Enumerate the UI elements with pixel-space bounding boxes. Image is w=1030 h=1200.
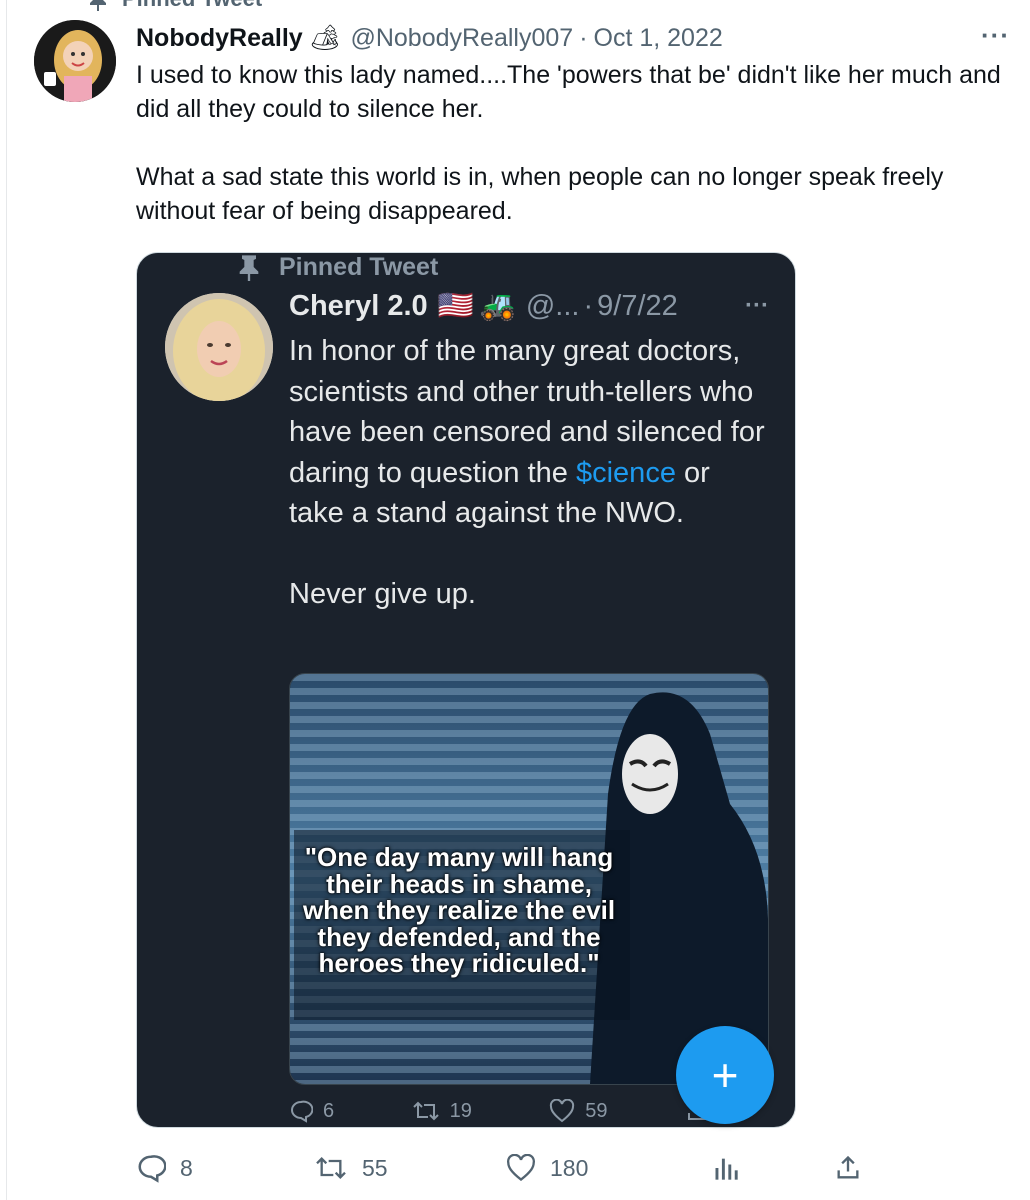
tweet-date[interactable]: Oct 1, 2022 xyxy=(594,24,723,53)
embedded-date: 9/7/22 xyxy=(597,289,678,322)
compose-tweet-button[interactable]: + xyxy=(676,1026,774,1124)
retweet-icon xyxy=(412,1101,439,1121)
retweet-count: 55 xyxy=(362,1154,388,1181)
timeline-border xyxy=(6,0,7,1200)
tweet-paragraph-1: I used to know this lady named....The 'p… xyxy=(136,61,1001,123)
embedded-text: In honor of the many great doctors, scie… xyxy=(289,331,769,655)
heart-icon xyxy=(550,1099,575,1123)
retweet-button[interactable]: 55 xyxy=(314,1154,388,1182)
embedded-image: "One day many will hang their heads in s… xyxy=(289,673,769,1085)
camp-emoji-icon: 🏕 xyxy=(308,23,341,52)
embedded-screenshot[interactable]: Pinned Tweet Cheryl 2.0 🇺🇸 🚜 @... · 9/7/… xyxy=(136,252,796,1128)
embedded-actions: 6 19 59 xyxy=(289,1099,709,1123)
pin-icon xyxy=(239,255,259,281)
author-name[interactable]: NobodyReally xyxy=(136,24,303,53)
separator: · xyxy=(579,23,588,52)
embedded-paragraph-1: In honor of the many great doctors, scie… xyxy=(289,331,769,534)
embedded-like-count: 59 xyxy=(585,1099,608,1122)
pin-icon xyxy=(90,0,106,11)
reply-icon xyxy=(138,1155,166,1183)
tweet-actions: 8 55 180 xyxy=(136,1148,866,1188)
embedded-retweet-count: 19 xyxy=(449,1099,472,1122)
embedded-header: Cheryl 2.0 🇺🇸 🚜 @... · 9/7/22 ··· xyxy=(289,289,769,323)
embedded-more-icon: ··· xyxy=(745,292,769,319)
like-button[interactable]: 180 xyxy=(506,1154,588,1182)
pinned-indicator: Pinned Tweet xyxy=(88,0,262,12)
embedded-pinned-label: Pinned Tweet xyxy=(279,252,439,281)
embedded-reply: 6 xyxy=(289,1099,334,1123)
image-quote: "One day many will hang their heads in s… xyxy=(302,842,616,978)
tweet-paragraph-2: What a sad state this world is in, when … xyxy=(136,163,944,225)
embedded-paragraph-2: Never give up. xyxy=(289,577,476,610)
embedded-handle: @... xyxy=(525,289,580,322)
analytics-icon xyxy=(715,1158,738,1180)
embedded-pinned-indicator: Pinned Tweet xyxy=(237,253,438,281)
tractor-icon: 🚜 xyxy=(479,290,516,322)
embedded-author-name: Cheryl 2.0 xyxy=(289,289,428,322)
embedded-retweet: 19 xyxy=(412,1099,472,1123)
share-button[interactable] xyxy=(834,1154,862,1182)
reply-button[interactable]: 8 xyxy=(136,1153,193,1183)
retweet-icon xyxy=(316,1157,346,1179)
pinned-label: Pinned Tweet xyxy=(122,0,262,12)
tweet-header: NobodyReally 🏕 @NobodyReally007 · Oct 1,… xyxy=(136,20,1010,56)
reply-icon xyxy=(291,1100,313,1123)
more-options-icon[interactable]: ··· xyxy=(981,20,1010,51)
heart-icon xyxy=(507,1154,535,1182)
science-link: $cience xyxy=(575,456,676,489)
author-handle[interactable]: @NobodyReally007 xyxy=(350,24,573,53)
like-count: 180 xyxy=(550,1154,589,1181)
author-avatar[interactable] xyxy=(34,20,116,102)
us-flag-icon: 🇺🇸 xyxy=(437,290,474,322)
share-icon xyxy=(837,1155,859,1179)
embedded-author-avatar xyxy=(165,293,273,401)
tweet-text: I used to know this lady named....The 'p… xyxy=(136,58,1016,262)
embedded-separator: · xyxy=(583,289,594,322)
analytics-button[interactable] xyxy=(712,1154,740,1182)
reply-count: 8 xyxy=(180,1154,193,1181)
embedded-like: 59 xyxy=(549,1099,608,1123)
embedded-reply-count: 6 xyxy=(323,1099,335,1122)
